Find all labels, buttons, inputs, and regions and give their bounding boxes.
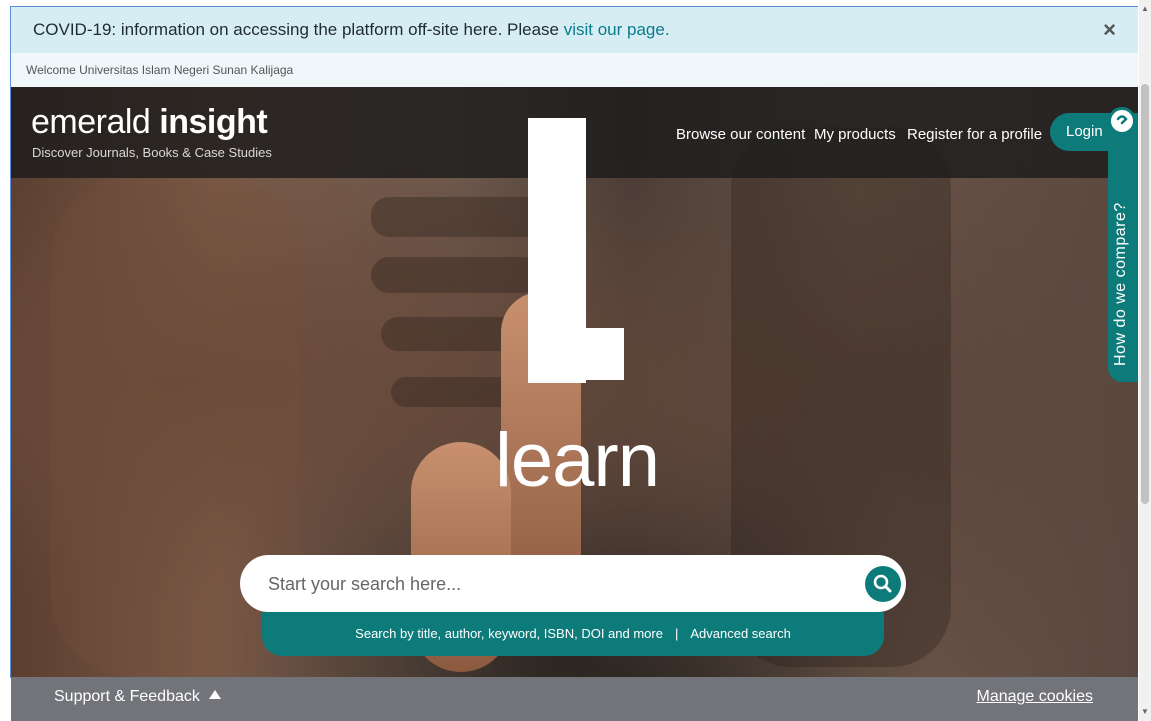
support-feedback-toggle[interactable]: Support & Feedback xyxy=(54,688,222,706)
support-feedback-label: Support & Feedback xyxy=(54,688,200,705)
search-options-bar: Search by title, author, keyword, ISBN, … xyxy=(262,612,884,656)
help-icon[interactable] xyxy=(1108,107,1136,135)
hero-word: learn xyxy=(495,418,660,503)
logo-tagline: Discover Journals, Books & Case Studies xyxy=(32,145,272,160)
how-do-we-compare-label[interactable]: How do we compare? xyxy=(1112,202,1130,366)
search-hint: Search by title, author, keyword, ISBN, … xyxy=(355,626,663,641)
logo-light-text: emerald xyxy=(31,103,160,141)
nav-browse-content[interactable]: Browse our content xyxy=(676,126,805,143)
covid-banner: COVID-19: information on accessing the p… xyxy=(11,7,1138,53)
search-button[interactable] xyxy=(865,566,901,602)
caret-up-icon xyxy=(209,690,222,699)
covid-visit-link[interactable]: visit our page. xyxy=(564,20,670,39)
nav-my-products[interactable]: My products xyxy=(814,126,896,143)
scrollbar-thumb[interactable] xyxy=(1141,84,1149,504)
brand-bracket-graphic-foot xyxy=(560,328,624,380)
advanced-search-link[interactable]: Advanced search xyxy=(690,626,790,641)
help-icon-glyph xyxy=(1116,115,1128,125)
emerald-insight-logo[interactable]: emerald insight xyxy=(31,103,268,142)
background-texture xyxy=(371,257,541,293)
covid-banner-text: COVID-19: information on accessing the p… xyxy=(33,20,670,40)
search-icon xyxy=(873,574,892,593)
manage-cookies-link[interactable]: Manage cookies xyxy=(976,688,1093,706)
footer-bar: Support & Feedback Manage cookies xyxy=(11,677,1138,721)
scroll-down-arrow-icon[interactable]: ▼ xyxy=(1141,707,1149,716)
search-input[interactable] xyxy=(266,563,840,605)
search-separator: | xyxy=(674,626,679,641)
hero-section: emerald insight Discover Journals, Books… xyxy=(11,87,1138,677)
nav-register-profile[interactable]: Register for a profile xyxy=(907,126,1042,143)
scroll-up-arrow-icon[interactable]: ▲ xyxy=(1141,4,1149,13)
welcome-strip: Welcome Universitas Islam Negeri Sunan K… xyxy=(11,53,1138,87)
covid-banner-message: COVID-19: information on accessing the p… xyxy=(33,20,564,39)
welcome-text: Welcome Universitas Islam Negeri Sunan K… xyxy=(26,63,294,77)
logo-bold-text: insight xyxy=(159,103,268,141)
background-texture xyxy=(371,197,551,237)
close-icon[interactable]: × xyxy=(1103,17,1116,43)
search-box xyxy=(240,555,906,612)
